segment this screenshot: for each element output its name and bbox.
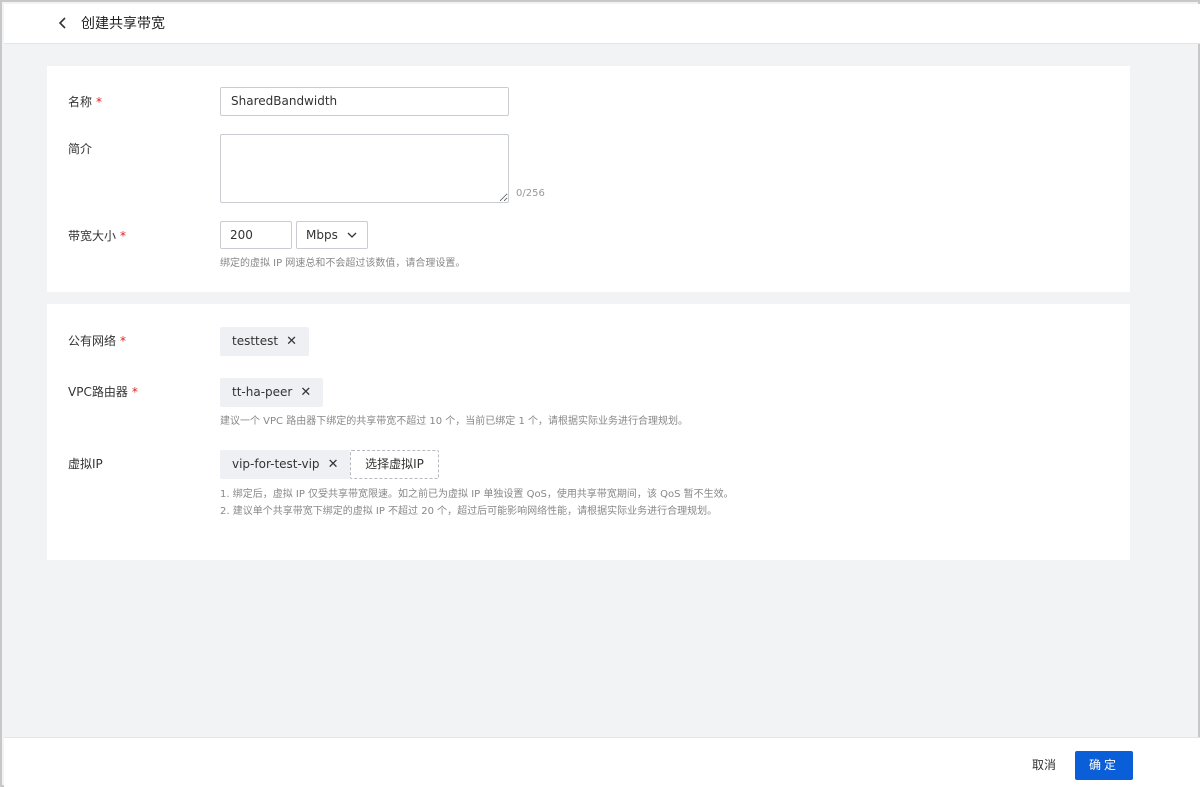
cancel-button[interactable]: 取消: [1024, 751, 1064, 779]
page-footer: 取消 确定: [4, 737, 1200, 787]
public-network-label: 公有网络 *: [68, 332, 126, 350]
router-hint: 建议一个 VPC 路由器下绑定的共享带宽不超过 10 个，当前已绑定 1 个，请…: [220, 416, 689, 427]
vip-label: 虚拟IP: [68, 457, 103, 471]
router-tag-label: tt-ha-peer: [232, 385, 293, 399]
bandwidth-unit-select[interactable]: Mbps: [296, 221, 368, 249]
required-mark: *: [131, 385, 138, 399]
bandwidth-input[interactable]: 200: [220, 221, 292, 249]
name-label-text: 名称: [68, 95, 93, 109]
public-network-label-text: 公有网络: [68, 334, 117, 348]
page-title: 创建共享带宽: [81, 16, 165, 32]
select-vip-button[interactable]: 选择虚拟IP: [350, 450, 439, 479]
vip-tag: vip-for-test-vip ✕: [220, 450, 351, 479]
confirm-button[interactable]: 确定: [1075, 751, 1133, 780]
vpc-router-label-text: VPC路由器: [68, 385, 128, 399]
required-mark: *: [96, 95, 103, 109]
router-tag: tt-ha-peer ✕: [220, 378, 324, 407]
bandwidth-hint: 绑定的虚拟 IP 网速总和不会超过该数值，请合理设置。: [220, 258, 466, 269]
close-icon[interactable]: ✕: [328, 450, 339, 479]
description-label: 简介: [68, 142, 93, 156]
bandwidth-label: 带宽大小 *: [68, 227, 126, 245]
required-mark: *: [120, 334, 127, 348]
network-tag: testtest ✕: [220, 327, 309, 356]
chevron-down-icon: [347, 232, 357, 238]
name-input[interactable]: SharedBandwidth: [220, 87, 509, 116]
page-header: 创建共享带宽: [4, 4, 1200, 44]
description-counter: 0/256: [516, 188, 545, 199]
vip-hint-1: 1. 绑定后，虚拟 IP 仅受共享带宽限速。如之前已为虚拟 IP 单独设置 Qo…: [220, 489, 734, 500]
description-textarea[interactable]: [220, 134, 509, 203]
required-mark: *: [120, 229, 127, 243]
page-frame: 创建共享带宽 名称 * SharedBandwidth 简介 0/256 带宽大小…: [0, 0, 1200, 787]
network-tag-label: testtest: [232, 334, 279, 348]
vpc-router-label: VPC路由器 *: [68, 383, 138, 401]
close-icon[interactable]: ✕: [286, 327, 297, 356]
vip-hint-2: 2. 建议单个共享带宽下绑定的虚拟 IP 不超过 20 个，超过后可能影响网络性…: [220, 506, 718, 517]
basic-info-card: [47, 66, 1130, 292]
binding-card: [47, 304, 1130, 560]
bandwidth-label-text: 带宽大小: [68, 229, 117, 243]
vip-tag-label: vip-for-test-vip: [232, 457, 320, 471]
close-icon[interactable]: ✕: [300, 378, 311, 407]
bandwidth-unit-value: Mbps: [306, 228, 338, 242]
name-label: 名称 *: [68, 93, 102, 111]
chevron-left-icon[interactable]: [56, 15, 70, 31]
